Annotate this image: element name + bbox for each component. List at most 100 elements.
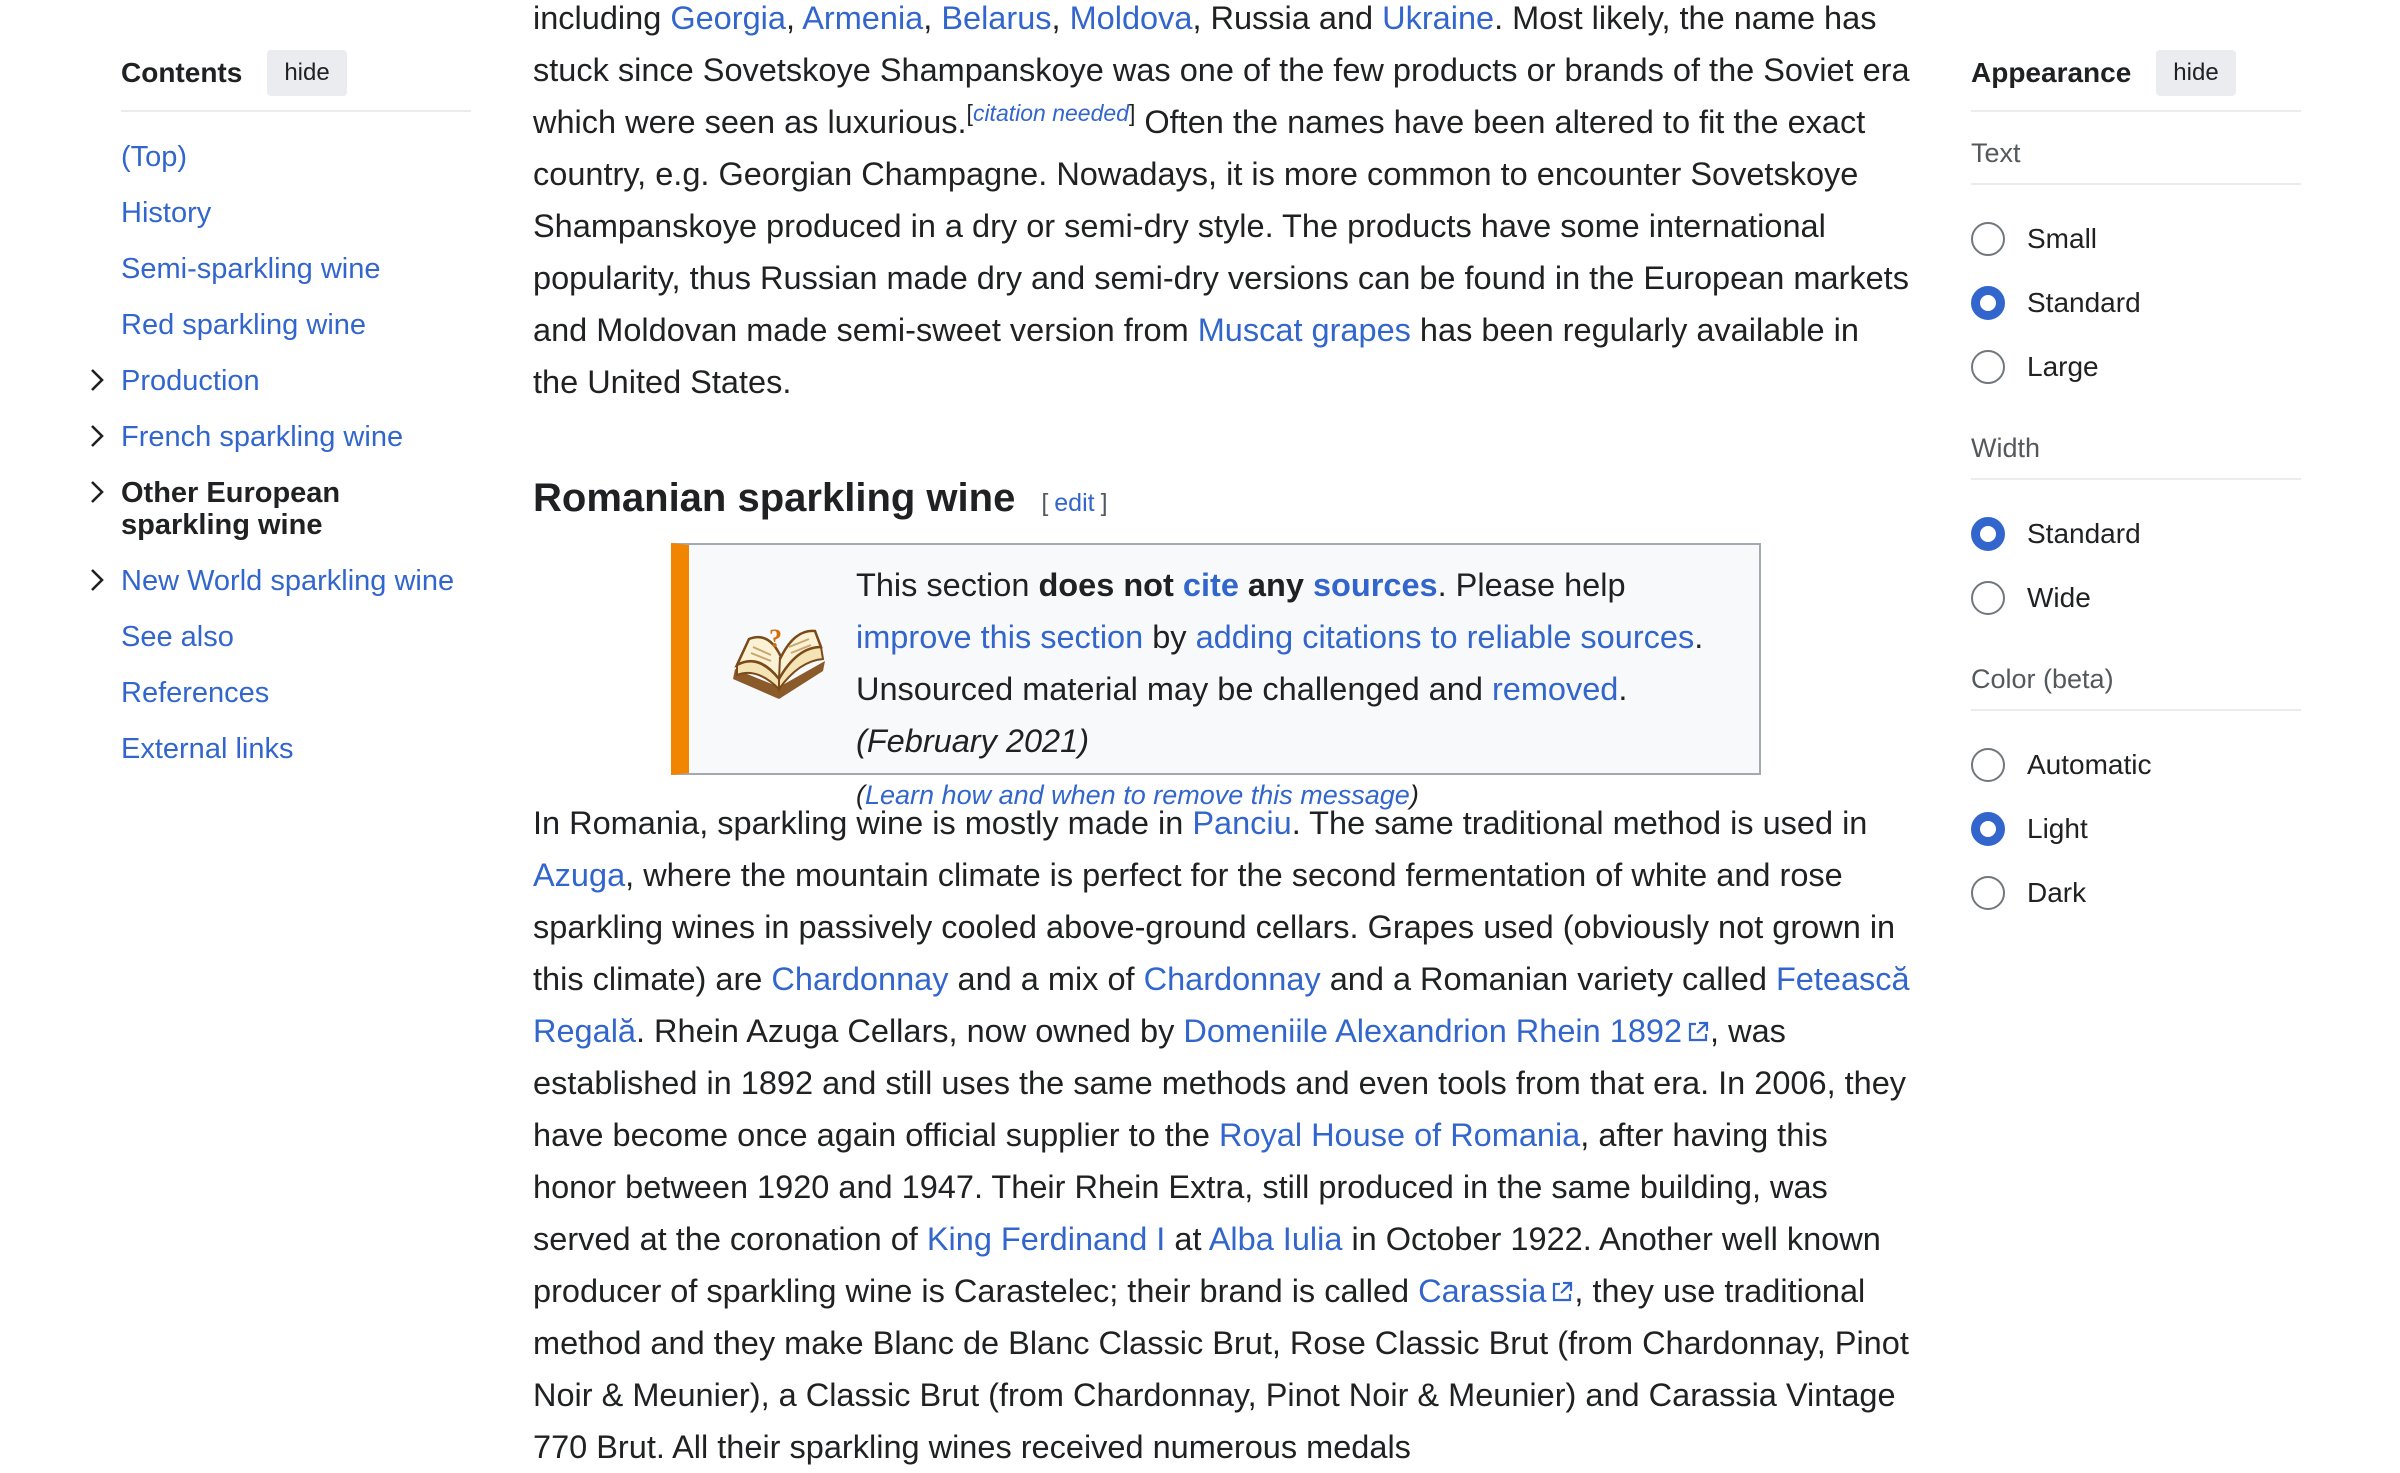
link-citation-needed[interactable]: citation needed: [973, 100, 1129, 126]
chevron-right-icon[interactable]: [85, 566, 109, 594]
width-options: Standard Wide: [1971, 480, 2301, 638]
radio-label: Standard: [2027, 287, 2141, 318]
text: including: [533, 0, 671, 36]
text: This section: [856, 567, 1039, 603]
toc-item-label[interactable]: External links: [121, 733, 293, 765]
table-of-contents: Contents hide (Top) History Semi-sparkli…: [91, 48, 471, 776]
toc-item-label[interactable]: (Top): [121, 141, 187, 173]
radio-text-standard[interactable]: Standard: [1971, 271, 2301, 335]
radio-text-small[interactable]: Small: [1971, 207, 2301, 271]
radio-color-dark[interactable]: Dark: [1971, 861, 2301, 925]
text: by: [1143, 619, 1196, 655]
radio-button[interactable]: [1971, 581, 2005, 615]
toc-item-label[interactable]: References: [121, 677, 269, 709]
radio-label: Automatic: [2027, 749, 2152, 780]
link-ukraine[interactable]: Ukraine: [1382, 0, 1494, 36]
toc-item-history[interactable]: History: [121, 184, 471, 240]
book-question-icon: ?: [733, 624, 825, 699]
toc-item-label[interactable]: French sparkling wine: [121, 421, 403, 453]
width-heading: Width: [1971, 407, 2301, 480]
toc-header: Contents hide: [121, 48, 471, 112]
bracket: ]: [1100, 489, 1108, 517]
toc-hide-button[interactable]: hide: [267, 50, 347, 96]
radio-button[interactable]: [1971, 748, 2005, 782]
link-royal-house-of-romania[interactable]: Royal House of Romania: [1219, 1117, 1580, 1153]
link-improve-this-section[interactable]: improve this section: [856, 619, 1143, 655]
toc-item-label[interactable]: Production: [121, 365, 260, 397]
appearance-title: Appearance: [1971, 57, 2132, 88]
text-size-heading: Text: [1971, 112, 2301, 185]
radio-width-wide[interactable]: Wide: [1971, 566, 2301, 630]
link-adding-citations[interactable]: adding citations to reliable sources: [1196, 619, 1695, 655]
link-removed[interactable]: removed: [1492, 671, 1618, 707]
radio-button-selected[interactable]: [1971, 517, 2005, 551]
toc-item-french-sparkling-wine[interactable]: French sparkling wine: [91, 408, 471, 464]
link-georgia[interactable]: Georgia: [670, 0, 786, 36]
toc-item-see-also[interactable]: See also: [121, 608, 471, 664]
toc-item-label[interactable]: See also: [121, 621, 234, 653]
link-armenia[interactable]: Armenia: [802, 0, 923, 36]
link-king-ferdinand[interactable]: King Ferdinand I: [927, 1221, 1165, 1257]
toc-item-other-european-sparkling-wine[interactable]: Other European sparkling wine: [91, 464, 471, 552]
link-muscat-grapes[interactable]: Muscat grapes: [1198, 312, 1411, 348]
toc-item-label[interactable]: History: [121, 197, 211, 229]
link-chardonnay[interactable]: Chardonnay: [1144, 961, 1321, 997]
link-chardonnay[interactable]: Chardonnay: [771, 961, 948, 997]
toc-item-new-world-sparkling-wine[interactable]: New World sparkling wine: [91, 552, 471, 608]
toc-item-label[interactable]: Red sparkling wine: [121, 309, 366, 341]
link-sources[interactable]: sources: [1313, 567, 1438, 603]
edit-section: [edit]: [1041, 479, 1107, 527]
radio-label: Dark: [2027, 877, 2087, 908]
toc-item-label[interactable]: Other European sparkling wine: [121, 477, 340, 541]
link-carassia[interactable]: Carassia: [1418, 1273, 1546, 1309]
text: any: [1238, 567, 1313, 603]
romania-paragraph: In Romania, sparkling wine is mostly mad…: [533, 797, 1913, 1473]
chevron-right-icon[interactable]: [85, 478, 109, 506]
radio-button[interactable]: [1971, 350, 2005, 384]
chevron-right-icon[interactable]: [85, 366, 109, 394]
link-cite[interactable]: cite: [1183, 567, 1239, 603]
radio-button[interactable]: [1971, 222, 2005, 256]
chevron-right-icon[interactable]: [85, 422, 109, 450]
article-content: including Georgia, Armenia, Belarus, Mol…: [533, 0, 1913, 1473]
toc-item-top[interactable]: (Top): [121, 128, 471, 184]
toc-item-references[interactable]: References: [121, 664, 471, 720]
notice-text: This section does not cite any sources. …: [856, 559, 1739, 821]
radio-label: Large: [2027, 351, 2099, 382]
radio-text-large[interactable]: Large: [1971, 335, 2301, 399]
radio-color-light[interactable]: Light: [1971, 797, 2301, 861]
toc-item-production[interactable]: Production: [91, 352, 471, 408]
link-azuga[interactable]: Azuga: [533, 857, 625, 893]
svg-text:?: ?: [769, 624, 782, 653]
radio-button-selected[interactable]: [1971, 286, 2005, 320]
external-link-icon: [1553, 1281, 1573, 1302]
link-learn-how[interactable]: Learn how and when to remove this messag…: [865, 780, 1410, 810]
toc-item-label[interactable]: New World sparkling wine: [121, 565, 454, 597]
text: does not: [1038, 567, 1183, 603]
radio-label: Standard: [2027, 518, 2141, 549]
toc-item-external-links[interactable]: External links: [121, 720, 471, 776]
toc-item-label[interactable]: Semi-sparkling wine: [121, 253, 381, 285]
radio-button[interactable]: [1971, 876, 2005, 910]
radio-label: Wide: [2027, 582, 2091, 613]
text: ,: [785, 0, 803, 36]
radio-color-automatic[interactable]: Automatic: [1971, 733, 2301, 797]
section-title: Romanian sparkling wine: [533, 476, 1016, 520]
toc-item-semi-sparkling-wine[interactable]: Semi-sparkling wine: [121, 240, 471, 296]
link-alba-iulia[interactable]: Alba Iulia: [1209, 1221, 1343, 1257]
link-belarus[interactable]: Belarus: [941, 0, 1051, 36]
text: and a mix of: [948, 961, 1144, 997]
radio-label: Small: [2027, 223, 2098, 254]
toc-list: (Top) History Semi-sparkling wine Red sp…: [91, 128, 471, 776]
radio-button-selected[interactable]: [1971, 812, 2005, 846]
color-heading: Color (beta): [1971, 638, 2301, 711]
link-moldova[interactable]: Moldova: [1070, 0, 1193, 36]
intro-paragraph: including Georgia, Armenia, Belarus, Mol…: [533, 0, 1913, 408]
edit-link[interactable]: edit: [1054, 489, 1094, 517]
toc-item-red-sparkling-wine[interactable]: Red sparkling wine: [121, 296, 471, 352]
appearance-hide-button[interactable]: hide: [2156, 50, 2236, 96]
text: ,: [923, 0, 942, 36]
text: . Please help: [1437, 567, 1626, 603]
radio-width-standard[interactable]: Standard: [1971, 502, 2301, 566]
link-domeniile-alexandrion[interactable]: Domeniile Alexandrion Rhein 1892: [1183, 1013, 1682, 1049]
